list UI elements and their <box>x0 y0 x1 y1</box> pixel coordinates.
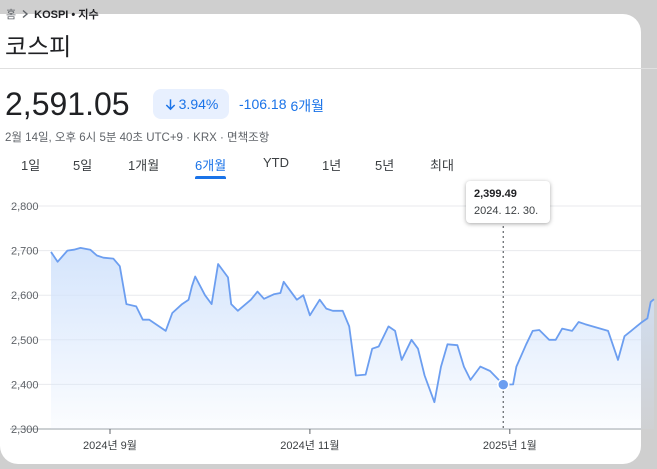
x-tick-label: 2025년 1월 <box>483 439 537 452</box>
price-chart[interactable]: 2,300 2,400 2,500 2,600 2,700 2,800 2024년 9월 20… <box>0 0 657 469</box>
chevron-right-icon <box>22 9 29 19</box>
chart-tooltip: 2,399.49 2024. 12. 30. <box>466 181 550 223</box>
x-tick-label: 2024년 9월 <box>83 439 137 452</box>
y-tick-label: 2,500 <box>11 335 39 347</box>
breadcrumb-current[interactable]: KOSPI • 지수 <box>34 6 98 22</box>
y-tick-label: 2,800 <box>11 201 39 213</box>
tooltip-value: 2,399.49 <box>474 188 517 200</box>
highlight-point <box>497 378 510 391</box>
price-area <box>51 247 654 429</box>
page-title: 코스피 <box>5 34 72 61</box>
y-tick-label: 2,600 <box>11 290 39 302</box>
x-tick-label: 2024년 11월 <box>280 439 339 452</box>
y-tick-label: 2,700 <box>11 246 39 258</box>
y-tick-label: 2,400 <box>11 379 39 391</box>
y-tick-label: 2,300 <box>11 424 39 436</box>
breadcrumb: 홈 KOSPI • 지수 <box>6 6 99 22</box>
breadcrumb-home[interactable]: 홈 <box>6 6 16 22</box>
tooltip-date: 2024. 12. 30. <box>474 205 539 217</box>
